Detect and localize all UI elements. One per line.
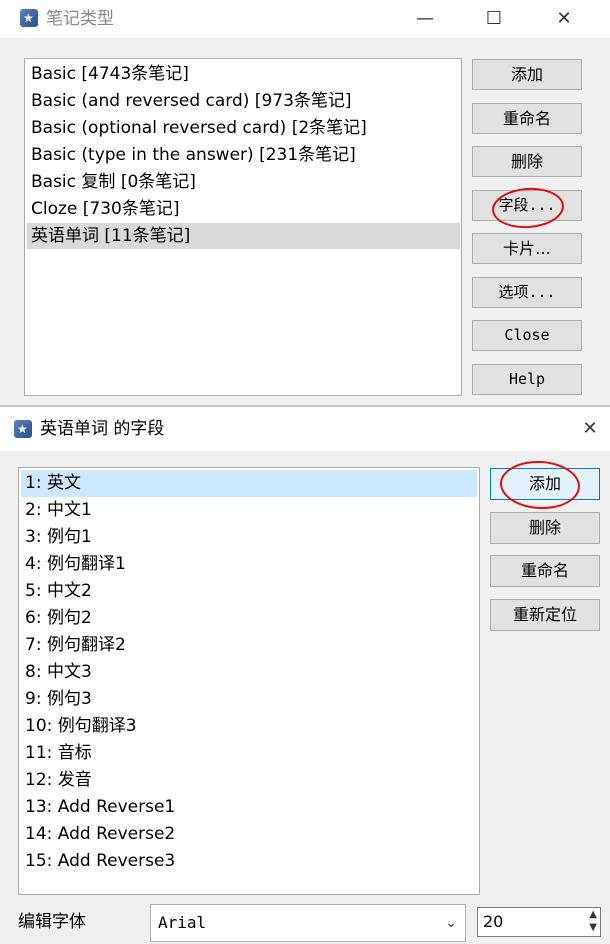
chevron-down-icon: ⌄ — [445, 915, 457, 931]
add-note-type-button[interactable]: 添加 — [472, 59, 582, 90]
delete-note-type-button[interactable]: 删除 — [472, 146, 582, 177]
fields-list[interactable]: 1: 英文 2: 中文1 3: 例句1 4: 例句翻译1 5: 中文2 6: 例… — [18, 467, 480, 895]
field-item[interactable]: 14: Add Reverse2 — [21, 821, 477, 848]
field-item[interactable]: 8: 中文3 — [21, 659, 477, 686]
note-type-item[interactable]: Basic (optional reversed card) [2条笔记] — [27, 115, 460, 141]
note-type-item[interactable]: Basic [4743条笔记] — [27, 61, 460, 87]
cards-button[interactable]: 卡片… — [472, 233, 582, 264]
note-type-item[interactable]: Basic (and reversed card) [973条笔记] — [27, 88, 460, 114]
font-select[interactable]: Arial ⌄ — [150, 904, 466, 942]
field-item[interactable]: 15: Add Reverse3 — [21, 848, 477, 875]
note-types-titlebar[interactable]: ★ 笔记类型 — ☐ ✕ — [0, 0, 610, 38]
field-item[interactable]: 9: 例句3 — [21, 686, 477, 713]
field-item[interactable]: 13: Add Reverse1 — [21, 794, 477, 821]
font-select-value: Arial — [158, 913, 207, 932]
note-type-item[interactable]: Basic (type in the answer) [231条笔记] — [27, 142, 460, 168]
anki-app-icon: ★ — [14, 420, 32, 438]
editor-font-label: 编辑字体 — [18, 912, 86, 932]
field-item[interactable]: 12: 发音 — [21, 767, 477, 794]
help-button[interactable]: Help — [472, 364, 582, 395]
field-item[interactable]: 7: 例句翻译2 — [21, 632, 477, 659]
note-type-item[interactable]: Cloze [730条笔记] — [27, 196, 460, 222]
close-icon[interactable]: ✕ — [541, 0, 587, 38]
spin-down-icon[interactable]: ▼ — [589, 922, 597, 934]
note-type-item[interactable]: Basic 复制 [0条笔记] — [27, 169, 460, 195]
close-icon[interactable]: ✕ — [570, 407, 610, 451]
add-field-button[interactable]: 添加 — [490, 468, 600, 500]
field-item[interactable]: 11: 音标 — [21, 740, 477, 767]
close-button[interactable]: Close — [472, 320, 582, 351]
note-type-item-selected[interactable]: 英语单词 [11条笔记] — [27, 223, 460, 249]
fields-button[interactable]: 字段... — [472, 190, 582, 221]
maximize-icon[interactable]: ☐ — [471, 0, 517, 38]
field-item[interactable]: 3: 例句1 — [21, 524, 477, 551]
rename-note-type-button[interactable]: 重命名 — [472, 103, 582, 134]
field-item[interactable]: 10: 例句翻译3 — [21, 713, 477, 740]
fields-titlebar[interactable]: ★ 英语单词 的字段 ✕ — [0, 407, 610, 451]
fields-window-title: 英语单词 的字段 — [40, 419, 165, 439]
fields-window: ★ 英语单词 的字段 ✕ 1: 英文 2: 中文1 3: 例句1 4: 例句翻译… — [0, 407, 610, 944]
note-types-list[interactable]: Basic [4743条笔记] Basic (and reversed card… — [24, 58, 462, 396]
font-size-value: 20 — [483, 912, 504, 931]
options-button[interactable]: 选项... — [472, 277, 582, 308]
field-item-selected[interactable]: 1: 英文 — [21, 470, 477, 497]
field-item[interactable]: 5: 中文2 — [21, 578, 477, 605]
spin-up-icon[interactable]: ▲ — [589, 909, 597, 921]
delete-field-button[interactable]: 删除 — [490, 512, 600, 544]
rename-field-button[interactable]: 重命名 — [490, 555, 600, 587]
note-types-window: ★ 笔记类型 — ☐ ✕ Basic [4743条笔记] Basic (and … — [0, 0, 610, 405]
font-size-spinbox[interactable]: 20 ▲ ▼ — [477, 907, 601, 937]
field-item[interactable]: 4: 例句翻译1 — [21, 551, 477, 578]
field-item[interactable]: 2: 中文1 — [21, 497, 477, 524]
note-types-title: 笔记类型 — [46, 9, 114, 29]
minimize-icon[interactable]: — — [402, 0, 448, 38]
field-item[interactable]: 6: 例句2 — [21, 605, 477, 632]
anki-app-icon: ★ — [20, 9, 38, 27]
reposition-field-button[interactable]: 重新定位 — [490, 599, 600, 631]
